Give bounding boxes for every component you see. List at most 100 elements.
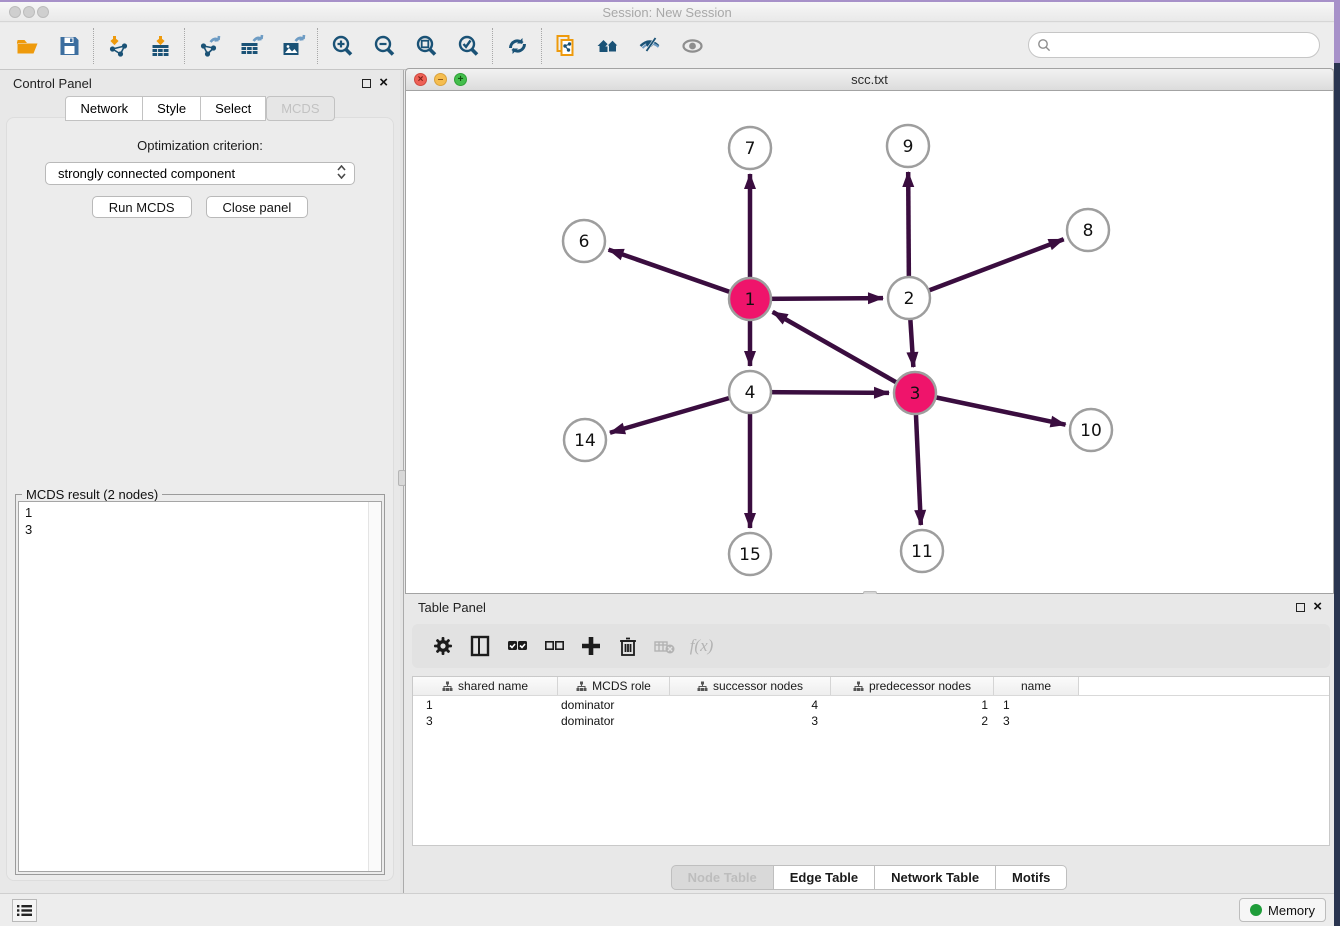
close-panel-icon[interactable]: × [379, 78, 388, 88]
export-table-button[interactable] [230, 26, 272, 66]
select-all-columns-button[interactable] [498, 628, 535, 664]
node-label: 6 [579, 232, 590, 252]
graph-node-15[interactable]: 15 [729, 533, 771, 575]
task-list-icon [17, 904, 32, 917]
export-image-icon [281, 34, 306, 58]
mcds-result-group: MCDS result (2 nodes) 13 [15, 494, 385, 875]
table-settings-gear-button[interactable] [424, 628, 461, 664]
tab-network[interactable]: Network [65, 96, 143, 121]
column-header-MCDS-role[interactable]: MCDS role [558, 677, 670, 695]
table-cell[interactable]: dominator [558, 712, 670, 728]
table-cell[interactable]: 4 [670, 696, 831, 712]
graph-node-3[interactable]: 3 [894, 372, 936, 414]
open-file-button[interactable] [6, 26, 48, 66]
graph-node-2[interactable]: 2 [888, 277, 930, 319]
select-stepper-icon [337, 165, 354, 182]
show-all-button[interactable] [671, 26, 713, 66]
table-cell[interactable]: 3 [994, 712, 1079, 728]
column-header-label: predecessor nodes [869, 679, 971, 693]
run-mcds-button[interactable]: Run MCDS [92, 196, 192, 218]
graph-node-1[interactable]: 1 [729, 278, 771, 320]
zoom-in-icon [330, 34, 355, 58]
graph-node-8[interactable]: 8 [1067, 209, 1109, 251]
zoom-selected-button[interactable] [447, 26, 489, 66]
zoom-out-button[interactable] [363, 26, 405, 66]
edge-2-8[interactable] [909, 239, 1064, 298]
table-cell[interactable]: 3 [413, 712, 558, 728]
control-panel: Control Panel × NetworkStyleSelectMCDS O… [0, 70, 400, 895]
close-panel-button[interactable]: Close panel [206, 196, 309, 218]
new-network-from-selection-button[interactable] [545, 26, 587, 66]
toggle-columns-panel-button[interactable] [461, 628, 498, 664]
column-header-label: successor nodes [713, 679, 803, 693]
table-row: 1dominator411 [413, 696, 1329, 712]
search-input[interactable] [1056, 38, 1319, 53]
table-cell[interactable]: 2 [831, 712, 994, 728]
toolbar-separator [317, 28, 318, 64]
table-row: 3dominator323 [413, 712, 1329, 728]
mcds-result-list[interactable]: 13 [18, 501, 382, 872]
graph-node-9[interactable]: 9 [887, 125, 929, 167]
graph-node-4[interactable]: 4 [729, 371, 771, 413]
graph-node-7[interactable]: 7 [729, 127, 771, 169]
column-header-name[interactable]: name [994, 677, 1079, 695]
edge-1-6[interactable] [609, 250, 750, 299]
task-history-button[interactable] [12, 899, 37, 922]
column-header-shared-name[interactable]: shared name [413, 677, 558, 695]
column-header-predecessor-nodes[interactable]: predecessor nodes [831, 677, 994, 695]
add-column-button[interactable] [572, 628, 609, 664]
zoom-fit-button[interactable] [405, 26, 447, 66]
table-cell[interactable]: 3 [670, 712, 831, 728]
network-canvas[interactable]: 1 2 3 4 6 7 8 9 10 11 14 15 [405, 91, 1334, 594]
table-panel-title: Table Panel [418, 600, 486, 615]
node-label: 8 [1083, 221, 1094, 241]
table-cell[interactable]: dominator [558, 696, 670, 712]
table-cell[interactable]: 1 [831, 696, 994, 712]
tab-motifs[interactable]: Motifs [996, 865, 1067, 890]
delete-column-icon [616, 634, 640, 658]
import-table-icon [148, 34, 173, 58]
tab-network-table[interactable]: Network Table [875, 865, 996, 890]
result-scrollbar[interactable] [368, 502, 381, 871]
delete-column-button[interactable] [609, 628, 646, 664]
memory-button[interactable]: Memory [1239, 898, 1326, 922]
save-session-button[interactable] [48, 26, 90, 66]
table-float-panel-icon[interactable] [1296, 603, 1305, 612]
import-network-button[interactable] [97, 26, 139, 66]
graph-node-10[interactable]: 10 [1070, 409, 1112, 451]
tab-select[interactable]: Select [201, 96, 266, 121]
add-column-icon [579, 634, 603, 658]
zoom-out-icon [372, 34, 397, 58]
graph-node-14[interactable]: 14 [564, 419, 606, 461]
node-label: 3 [910, 384, 921, 404]
edge-3-10[interactable] [915, 393, 1066, 425]
network-window-titlebar[interactable]: × – + scc.txt [405, 68, 1334, 91]
export-image-button[interactable] [272, 26, 314, 66]
search-field[interactable] [1028, 32, 1320, 58]
tab-edge-table[interactable]: Edge Table [774, 865, 875, 890]
deselect-all-columns-button[interactable] [535, 628, 572, 664]
tab-style[interactable]: Style [143, 96, 201, 121]
edge-3-1[interactable] [773, 312, 915, 393]
graph-node-6[interactable]: 6 [563, 220, 605, 262]
zoom-selected-icon [456, 34, 481, 58]
graph-node-11[interactable]: 11 [901, 530, 943, 572]
column-header-successor-nodes[interactable]: successor nodes [670, 677, 831, 695]
optimization-criterion-select[interactable]: strongly connected component [45, 162, 355, 185]
mcds-panel: Optimization criterion: strongly connect… [6, 117, 394, 881]
toolbar-separator [541, 28, 542, 64]
first-neighbors-button[interactable] [587, 26, 629, 66]
refresh-layout-button[interactable] [496, 26, 538, 66]
tab-node-table[interactable]: Node Table [671, 865, 774, 890]
hide-selected-button[interactable] [629, 26, 671, 66]
table-close-panel-icon[interactable]: × [1313, 602, 1322, 612]
float-panel-icon[interactable] [362, 79, 371, 88]
import-table-button[interactable] [139, 26, 181, 66]
table-tabs: Node TableEdge TableNetwork TableMotifs [404, 865, 1334, 890]
column-header-label: MCDS role [592, 679, 651, 693]
table-cell[interactable]: 1 [994, 696, 1079, 712]
zoom-in-button[interactable] [321, 26, 363, 66]
export-network-button[interactable] [188, 26, 230, 66]
table-cell[interactable]: 1 [413, 696, 558, 712]
tab-mcds[interactable]: MCDS [266, 96, 334, 121]
